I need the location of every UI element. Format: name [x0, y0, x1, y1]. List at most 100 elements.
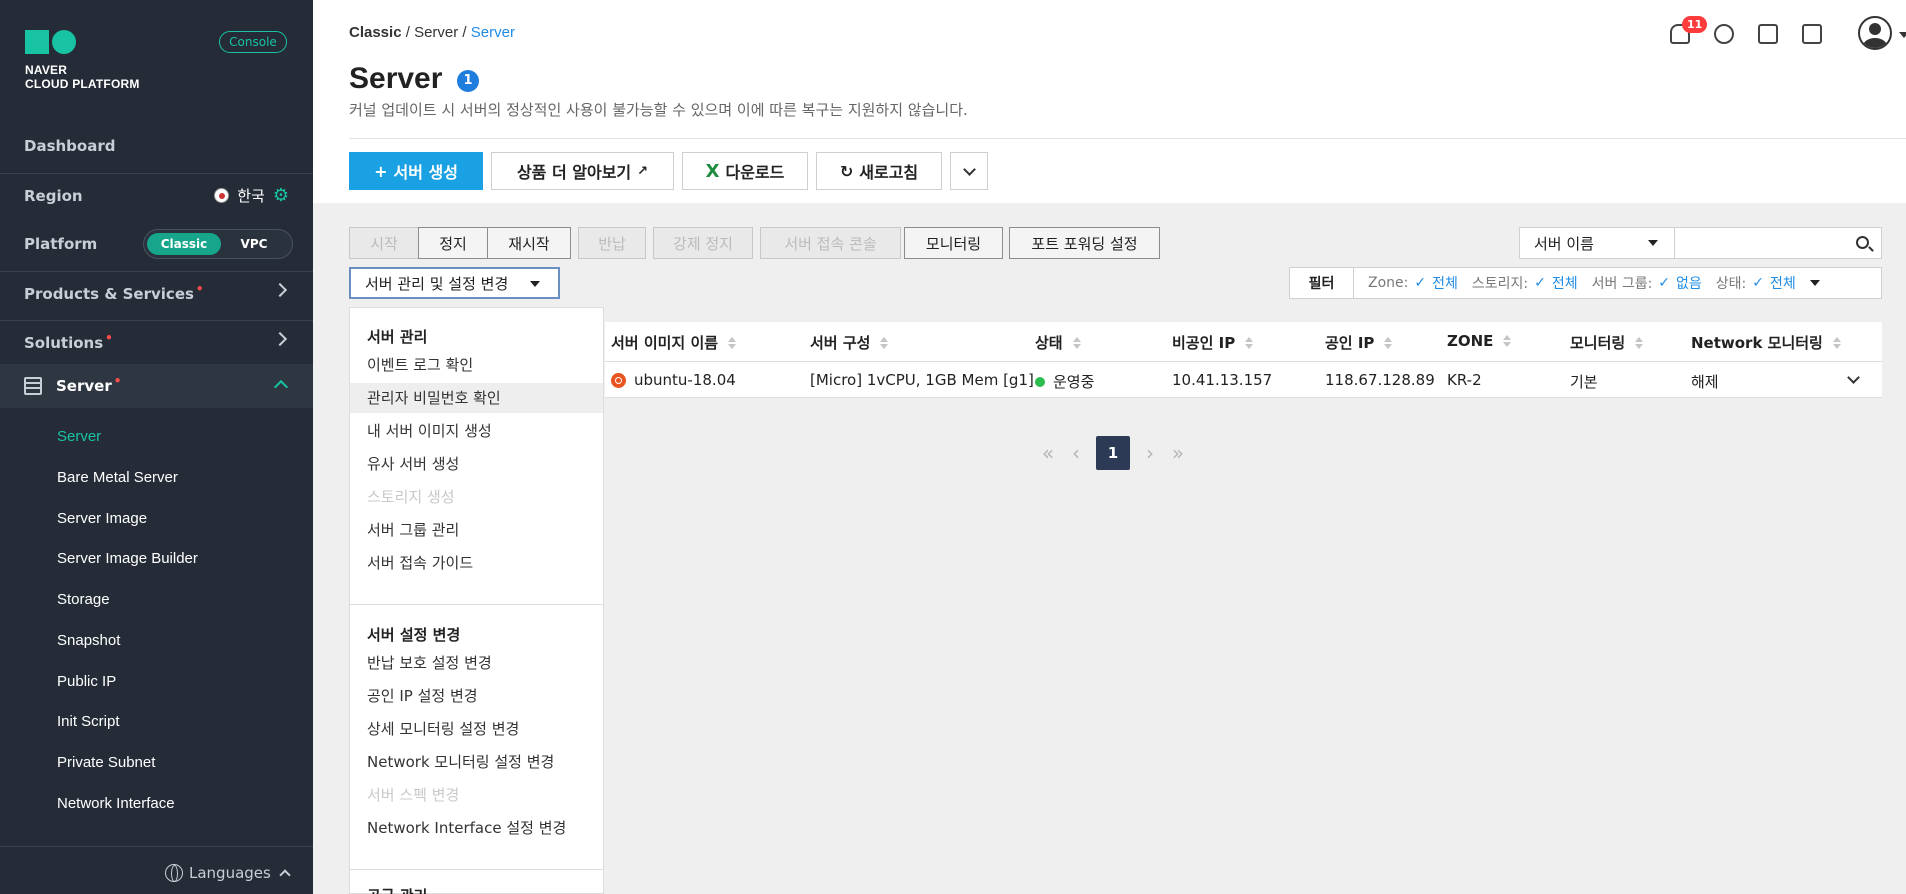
sidebar-item-server[interactable]: Server — [57, 428, 101, 445]
console-badge[interactable]: Console — [219, 31, 287, 53]
sidebar-item-server-image[interactable]: Server Image — [57, 510, 147, 527]
server-manage-dropdown[interactable]: 서버 관리 및 설정 변경 — [349, 267, 560, 299]
start-button[interactable]: 시작 — [349, 227, 419, 259]
required-dot: • — [105, 331, 113, 345]
filter-storage[interactable]: 스토리지: ✓ 전체 — [1472, 273, 1578, 293]
platform-vpc-option[interactable]: VPC — [224, 233, 284, 255]
memo-icon[interactable] — [1758, 24, 1778, 44]
gear-icon[interactable]: ⚙ — [273, 185, 289, 206]
menu-item-access-guide[interactable]: 서버 접속 가이드 — [350, 548, 603, 578]
server-console-button[interactable]: 서버 접속 콘솔 — [760, 227, 901, 259]
col-zone[interactable]: ZONE — [1447, 332, 1512, 350]
sidebar-item-network-interface[interactable]: Network Interface — [57, 795, 175, 812]
check-icon: ✓ — [1752, 275, 1765, 291]
nav-dashboard[interactable]: Dashboard — [0, 124, 313, 168]
excel-icon: X — [705, 160, 720, 182]
col-network-monitoring[interactable]: Network 모니터링 — [1691, 332, 1841, 353]
force-stop-button[interactable]: 강제 정지 — [653, 227, 753, 259]
filter-status-key: 상태: — [1715, 276, 1747, 292]
next-page-icon[interactable]: › — [1142, 441, 1158, 465]
create-server-button[interactable]: + 서버 생성 — [349, 152, 483, 190]
cell-status: 운영중 — [1035, 371, 1094, 392]
breadcrumb-separator: / — [405, 24, 410, 41]
monitoring-button[interactable]: 모니터링 — [904, 227, 1003, 259]
menu-item-spec-change: 서버 스펙 변경 — [367, 786, 460, 804]
learn-more-button[interactable]: 상품 더 알아보기 ↗ — [491, 152, 674, 190]
avatar[interactable] — [1858, 16, 1892, 50]
menu-item-server-group[interactable]: 서버 그룹 관리 — [350, 515, 603, 545]
divider — [349, 138, 1906, 139]
col-status[interactable]: 상태 — [1035, 332, 1081, 353]
platform-toggle[interactable]: Classic VPC — [143, 229, 293, 259]
col-image-name[interactable]: 서버 이미지 이름 — [611, 332, 737, 353]
info-badge[interactable]: 1 — [457, 70, 479, 92]
menu-item-admin-password[interactable]: 관리자 비밀번호 확인 — [350, 383, 603, 413]
refresh-button[interactable]: ↻ 새로고침 — [816, 152, 942, 190]
col-public-ip[interactable]: 공인 IP — [1325, 332, 1393, 353]
restart-button[interactable]: 재시작 — [487, 227, 571, 259]
filter-server-group-value: 없음 — [1676, 276, 1702, 292]
caret-down-icon[interactable] — [1809, 280, 1820, 286]
sidebar-item-bare-metal-server[interactable]: Bare Metal Server — [57, 469, 178, 486]
chevron-down-icon — [962, 162, 976, 176]
menu-item-detail-monitoring[interactable]: 상세 모니터링 설정 변경 — [350, 714, 603, 744]
solutions-label: Solutions — [24, 333, 104, 352]
nav-server[interactable]: Server • — [0, 364, 313, 408]
page-1-button[interactable]: 1 — [1096, 436, 1130, 470]
learn-more-label: 상품 더 알아보기 — [516, 163, 632, 182]
filter-label[interactable]: 필터 — [1290, 268, 1354, 298]
expand-row-chevron-icon[interactable] — [1847, 371, 1860, 384]
more-options-button[interactable] — [950, 152, 988, 190]
nav-solutions[interactable]: Solutions • — [0, 320, 313, 364]
search-field-select[interactable]: 서버 이름 — [1519, 227, 1675, 259]
col-config[interactable]: 서버 구성 — [810, 332, 889, 353]
port-forwarding-button[interactable]: 포트 포워딩 설정 — [1009, 227, 1160, 259]
menu-item-public-ip-setting[interactable]: 공인 IP 설정 변경 — [350, 681, 603, 711]
sidebar-item-server-image-builder[interactable]: Server Image Builder — [57, 550, 198, 567]
products-label: Products & Services — [24, 284, 194, 303]
page-title: Server — [349, 62, 443, 95]
filter-status[interactable]: 상태: ✓ 전체 — [1716, 273, 1796, 293]
stop-button[interactable]: 정지 — [418, 227, 488, 259]
breadcrumb-server-parent[interactable]: Server — [414, 24, 458, 41]
breadcrumb-classic[interactable]: Classic — [349, 24, 402, 41]
col-private-ip[interactable]: 비공인 IP — [1172, 332, 1254, 353]
table-row[interactable]: ubuntu-18.04 [Micro] 1vCPU, 1GB Mem [g1]… — [605, 362, 1882, 398]
nav-products-services[interactable]: Products & Services • — [0, 271, 313, 315]
return-button[interactable]: 반납 — [578, 227, 646, 259]
sidebar-item-snapshot[interactable]: Snapshot — [57, 632, 120, 649]
filter-server-group[interactable]: 서버 그룹: ✓ 없음 — [1592, 273, 1702, 293]
menu-item-event-log[interactable]: 이벤트 로그 확인 — [350, 350, 603, 380]
filter-bar[interactable]: 필터 Zone: ✓ 전체 스토리지: ✓ 전체 서버 그룹: ✓ 없음 상태:… — [1289, 267, 1882, 299]
sidebar-item-public-ip[interactable]: Public IP — [57, 673, 116, 690]
cell-public-ip: 118.67.128.89 — [1325, 371, 1435, 389]
region-value[interactable]: 한국 — [237, 185, 265, 206]
menu-item-network-monitoring[interactable]: Network 모니터링 설정 변경 — [350, 747, 603, 777]
download-button[interactable]: X 다운로드 — [682, 152, 808, 190]
caret-down-icon[interactable] — [1899, 32, 1906, 38]
sidebar-item-private-subnet[interactable]: Private Subnet — [57, 754, 155, 771]
info-book-icon[interactable] — [1802, 24, 1822, 44]
languages-button[interactable]: Languages — [165, 864, 291, 882]
menu-item-network-interface[interactable]: Network Interface 설정 변경 — [350, 813, 603, 843]
sort-icon — [1384, 336, 1393, 349]
filter-zone[interactable]: Zone: ✓ 전체 — [1368, 273, 1458, 293]
chat-icon[interactable] — [1714, 24, 1734, 44]
search-icon[interactable] — [1856, 236, 1869, 249]
col-monitoring[interactable]: 모니터링 — [1570, 332, 1644, 353]
menu-item-similar-server[interactable]: 유사 서버 생성 — [350, 449, 603, 479]
search-input[interactable] — [1674, 227, 1882, 259]
menu-section-settings: 서버 설정 변경 — [367, 626, 461, 644]
menu-item-return-protection[interactable]: 반납 보호 설정 변경 — [350, 648, 603, 678]
prev-page-icon[interactable]: ‹ — [1068, 441, 1084, 465]
last-page-icon[interactable]: » — [1170, 441, 1186, 465]
filter-zone-key: Zone: — [1368, 275, 1409, 291]
platform-classic-option[interactable]: Classic — [147, 233, 221, 255]
platform-label: Platform — [24, 235, 98, 253]
sidebar-item-init-script[interactable]: Init Script — [57, 713, 120, 730]
menu-item-create-image[interactable]: 내 서버 이미지 생성 — [350, 416, 603, 446]
naver-cloud-logo[interactable]: NAVER CLOUD PLATFORM — [25, 30, 140, 91]
first-page-icon[interactable]: « — [1040, 441, 1056, 465]
sidebar-item-storage[interactable]: Storage — [57, 591, 110, 608]
ubuntu-icon — [611, 372, 626, 388]
